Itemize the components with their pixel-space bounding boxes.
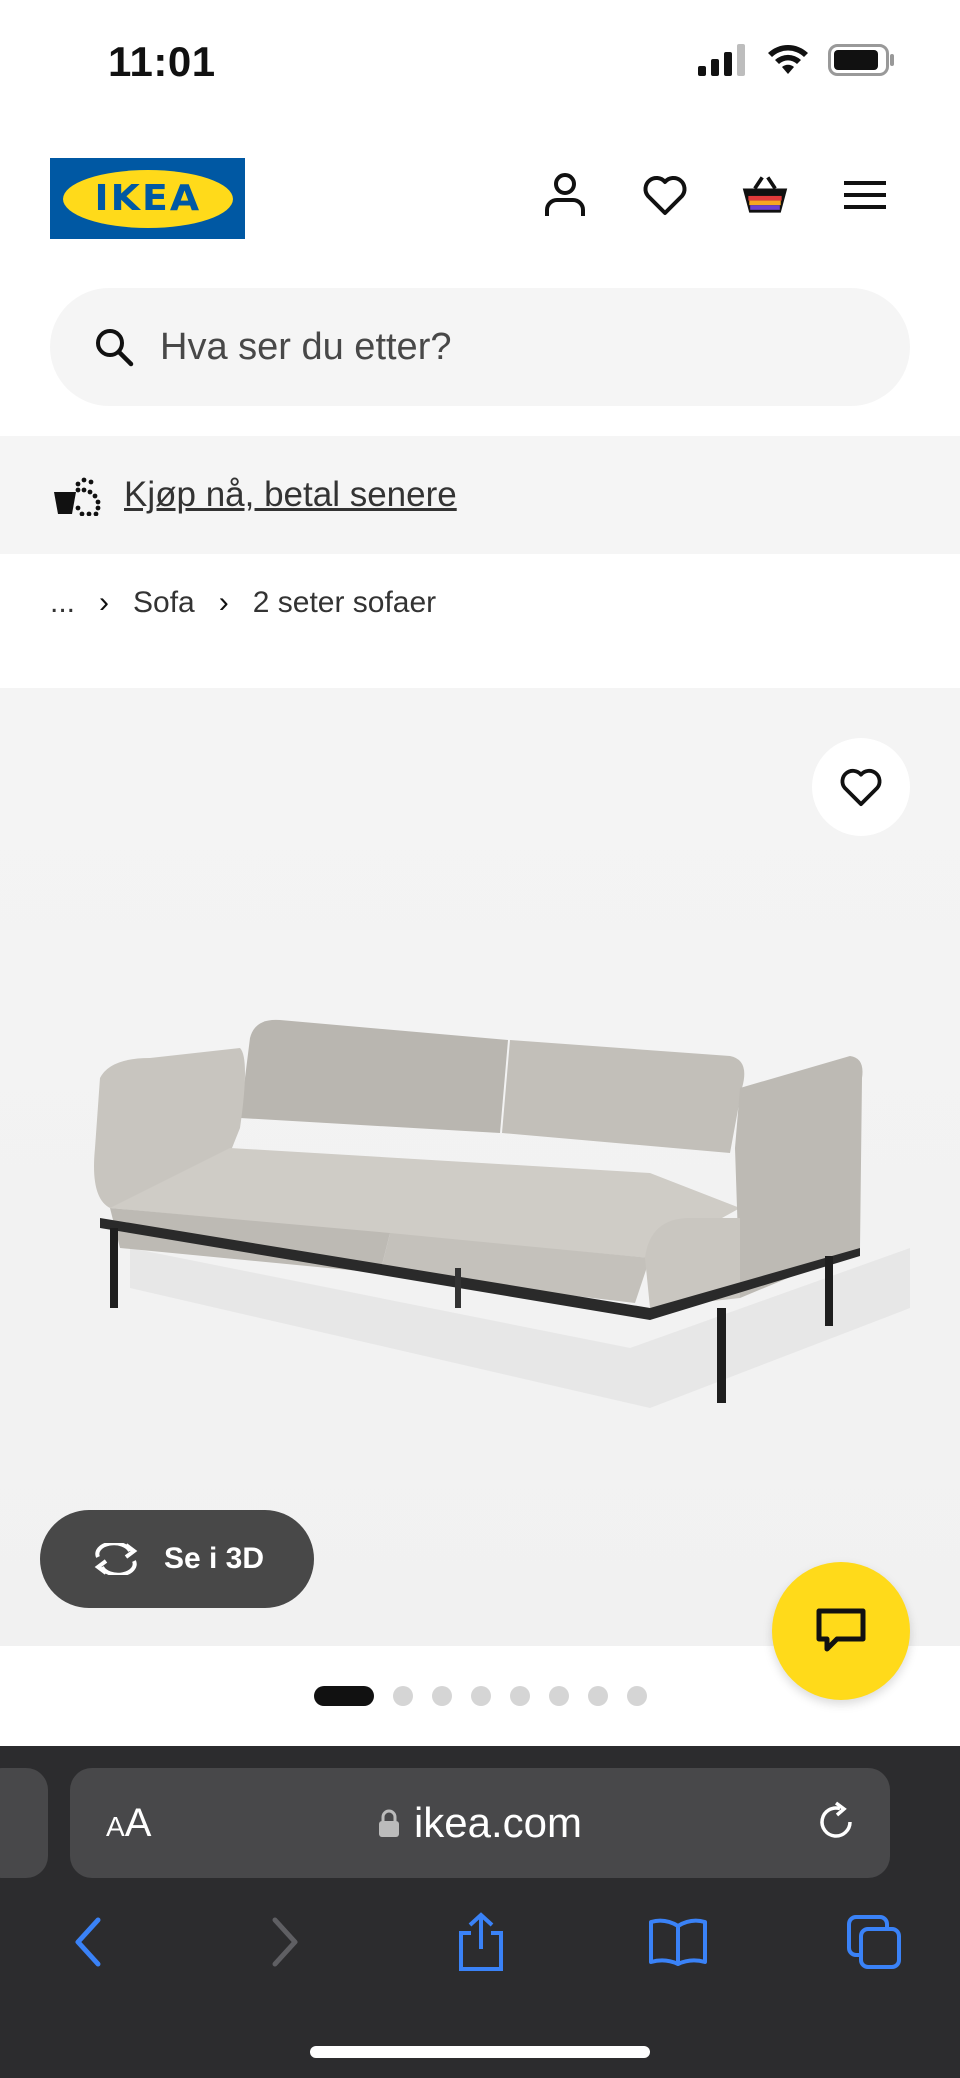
battery-icon — [828, 44, 894, 76]
rotate-3d-icon — [94, 1543, 138, 1575]
forward-button[interactable] — [249, 1906, 321, 1978]
chat-icon — [816, 1608, 866, 1652]
back-icon — [75, 1917, 101, 1967]
tabs-icon — [847, 1915, 901, 1969]
address-bar[interactable]: AA ikea.com — [70, 1768, 890, 1878]
tabs-button[interactable] — [838, 1906, 910, 1978]
header-actions — [540, 170, 890, 220]
logo-text: IKEA — [94, 178, 201, 219]
site-header: IKEA — [0, 150, 960, 250]
gallery-dot[interactable] — [431, 1686, 452, 1706]
installment-icon — [54, 477, 101, 516]
home-indicator — [310, 2046, 650, 2058]
product-gallery[interactable]: Se i 3D — [0, 688, 960, 1646]
status-bar: 11:01 — [0, 0, 960, 120]
status-time: 11:01 — [108, 38, 216, 85]
breadcrumb-item[interactable]: 2 seter sofaer — [253, 586, 436, 620]
product-image-sofa — [94, 1019, 910, 1408]
search-icon — [96, 329, 134, 367]
profile-button[interactable] — [540, 170, 590, 220]
ikea-logo[interactable]: IKEA — [50, 158, 245, 239]
gallery-dot[interactable] — [548, 1686, 569, 1706]
browser-toolbar — [0, 1906, 960, 1978]
buy-now-pay-later-link[interactable]: Kjøp nå, betal senere — [124, 475, 457, 515]
gallery-dot[interactable] — [509, 1686, 530, 1706]
basket-icon — [742, 176, 788, 213]
gallery-dot[interactable] — [392, 1686, 413, 1706]
breadcrumb-item[interactable]: ... — [50, 586, 75, 620]
chat-button[interactable] — [772, 1562, 910, 1700]
browser-bottom-bar: AA ikea.com — [0, 1746, 960, 2078]
gallery-dot[interactable] — [587, 1686, 608, 1706]
view-in-3d-button[interactable]: Se i 3D — [40, 1510, 314, 1608]
bookmarks-icon — [648, 1918, 707, 1966]
search-input[interactable] — [160, 325, 800, 369]
lock-icon — [378, 1809, 399, 1837]
view-in-3d-label: Se i 3D — [163, 1542, 265, 1575]
promo-banner: Kjøp nå, betal senere — [0, 436, 960, 554]
gallery-dot[interactable] — [470, 1686, 491, 1706]
profile-icon — [545, 173, 585, 216]
previous-tab-preview[interactable] — [0, 1768, 48, 1878]
gallery-dot[interactable] — [626, 1686, 647, 1706]
chevron-right-icon: › — [99, 586, 110, 619]
wifi-icon — [768, 45, 808, 74]
add-to-favourites-button[interactable] — [812, 738, 910, 836]
forward-icon — [272, 1917, 297, 1967]
back-button[interactable] — [52, 1906, 124, 1978]
share-button[interactable] — [445, 1906, 517, 1978]
gallery-dot[interactable] — [313, 1686, 374, 1706]
breadcrumb-item[interactable]: Sofa — [133, 586, 195, 620]
gallery-pagination — [0, 1686, 960, 1706]
menu-button[interactable] — [840, 170, 890, 220]
signal-icon — [698, 44, 745, 76]
favourites-button[interactable] — [640, 170, 690, 220]
url-display[interactable]: ikea.com — [70, 1799, 890, 1847]
url-text: ikea.com — [413, 1799, 583, 1846]
menu-icon — [844, 181, 886, 209]
heart-icon — [643, 176, 687, 215]
bookmarks-button[interactable] — [642, 1906, 714, 1978]
heart-icon — [840, 768, 882, 807]
chevron-right-icon: › — [218, 586, 229, 619]
status-icons — [698, 44, 896, 76]
breadcrumb: ... › Sofa › 2 seter sofaer — [50, 586, 436, 620]
search-bar[interactable] — [50, 288, 910, 406]
reload-icon[interactable] — [814, 1800, 858, 1844]
basket-button[interactable] — [740, 170, 790, 220]
share-icon — [459, 1912, 503, 1971]
